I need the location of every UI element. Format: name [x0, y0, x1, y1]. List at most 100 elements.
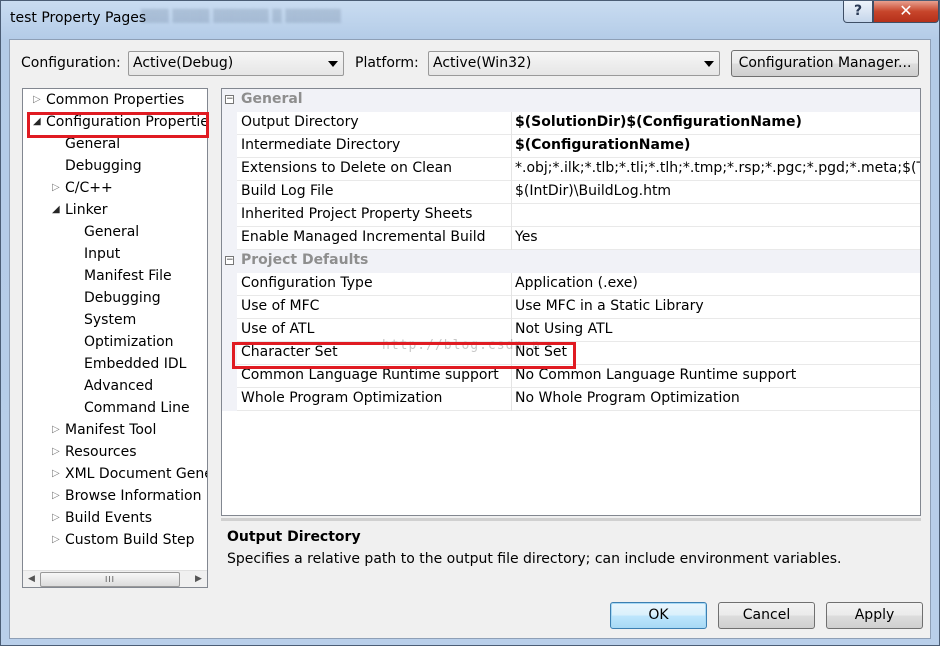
row-gutter: [222, 204, 237, 227]
property-name: Configuration Type: [241, 275, 373, 291]
column-divider: [511, 365, 512, 388]
property-row[interactable]: Configuration Type Application (.exe): [222, 273, 920, 296]
platform-dropdown[interactable]: Active(Win32): [428, 51, 720, 76]
scroll-left-icon[interactable]: ◀: [23, 571, 40, 587]
collapsed-arrow-icon[interactable]: ▷: [33, 90, 43, 110]
property-name: Enable Managed Incremental Build: [241, 229, 486, 245]
collapsed-arrow-icon[interactable]: ▷: [52, 442, 62, 462]
help-button[interactable]: ?: [843, 1, 873, 23]
property-row[interactable]: Common Language Runtime support No Common…: [222, 365, 920, 388]
tree-item-label: C/C++: [65, 180, 113, 196]
property-pages-dialog: test Property Pages ▒▒▒ ▒▒▒▒ ▒▒▒▒▒▒ ▒ ▒▒…: [0, 0, 940, 646]
dialog-client-area: Configuration: Active(Debug) Platform: A…: [9, 39, 931, 639]
row-gutter: [222, 365, 237, 388]
collapsed-arrow-icon[interactable]: ▷: [52, 178, 62, 198]
tree-item-label: Configuration Properties: [46, 114, 208, 130]
property-value[interactable]: Not Using ATL: [515, 321, 612, 337]
property-name: Character Set: [241, 344, 338, 360]
tree-item-label: Resources: [65, 444, 137, 460]
property-row[interactable]: Extensions to Delete on Clean *.obj;*.ilk…: [222, 158, 920, 181]
property-grid[interactable]: − General Output Directory $(SolutionDir)…: [221, 88, 921, 516]
property-row[interactable]: Output Directory $(SolutionDir)$(Configur…: [222, 112, 920, 135]
property-value[interactable]: No Common Language Runtime support: [515, 367, 796, 383]
property-row[interactable]: Enable Managed Incremental Build Yes: [222, 227, 920, 250]
description-title: Output Directory: [227, 529, 361, 545]
column-divider: [511, 296, 512, 319]
tree-item-label: Embedded IDL: [84, 356, 187, 372]
category-label: Project Defaults: [241, 252, 369, 268]
tree-item-label: Input: [84, 246, 121, 262]
collapsed-arrow-icon[interactable]: ▷: [52, 420, 62, 440]
tree-item-label: General: [84, 224, 140, 240]
platform-label: Platform:: [355, 55, 419, 71]
title-bar[interactable]: test Property Pages ▒▒▒ ▒▒▒▒ ▒▒▒▒▒▒ ▒ ▒▒…: [1, 1, 939, 35]
category-label: General: [241, 91, 303, 107]
configuration-manager-button[interactable]: Configuration Manager...: [731, 50, 919, 77]
row-gutter: [222, 135, 237, 158]
column-divider: [511, 112, 512, 135]
collapsed-arrow-icon[interactable]: ▷: [52, 464, 62, 484]
collapse-icon[interactable]: −: [225, 95, 234, 104]
tree-item-label: Command Line: [84, 400, 190, 416]
configuration-label: Configuration:: [21, 55, 121, 71]
property-row[interactable]: Inherited Project Property Sheets: [222, 204, 920, 227]
row-gutter: [222, 158, 237, 181]
row-gutter: [222, 388, 237, 411]
ok-button[interactable]: OK: [610, 602, 707, 629]
tree-item-label: System: [84, 312, 137, 328]
expanded-arrow-icon[interactable]: ◢: [33, 112, 43, 132]
tree-item-label: Manifest Tool: [65, 422, 157, 438]
row-gutter: [222, 112, 237, 135]
watermark-text: http://blog.csdn.n: [382, 338, 541, 353]
property-name: Inherited Project Property Sheets: [241, 206, 473, 222]
property-name: Common Language Runtime support: [241, 367, 499, 383]
column-divider: [511, 181, 512, 204]
collapsed-arrow-icon[interactable]: ▷: [52, 486, 62, 506]
collapse-icon[interactable]: −: [225, 256, 234, 265]
tree-item-label: Common Properties: [46, 92, 185, 108]
tree-item-label: Build Events: [65, 510, 152, 526]
scroll-right-icon[interactable]: ▶: [190, 571, 207, 587]
property-value[interactable]: No Whole Program Optimization: [515, 390, 740, 406]
configuration-dropdown[interactable]: Active(Debug): [128, 51, 344, 76]
column-divider: [511, 388, 512, 411]
expanded-arrow-icon[interactable]: ◢: [52, 200, 62, 220]
property-value[interactable]: $(IntDir)\BuildLog.htm: [515, 183, 671, 199]
property-tree[interactable]: ▷ Common Properties ◢ Configuration Propert…: [22, 88, 208, 588]
collapsed-arrow-icon[interactable]: ▷: [52, 508, 62, 528]
tree-item-label: Optimization: [84, 334, 174, 350]
category-project-defaults[interactable]: − Project Defaults: [222, 250, 920, 273]
property-value[interactable]: Use MFC in a Static Library: [515, 298, 704, 314]
tree-item-label: Browse Information: [65, 488, 202, 504]
row-gutter: [222, 181, 237, 204]
category-general[interactable]: − General: [222, 89, 920, 112]
column-divider: [511, 273, 512, 296]
property-row[interactable]: Intermediate Directory $(ConfigurationNam…: [222, 135, 920, 158]
property-row[interactable]: Whole Program Optimization No Whole Progr…: [222, 388, 920, 411]
cancel-button[interactable]: Cancel: [718, 602, 815, 629]
row-gutter: [222, 342, 237, 365]
column-divider: [511, 227, 512, 250]
property-row[interactable]: Build Log File $(IntDir)\BuildLog.htm: [222, 181, 920, 204]
row-gutter: [222, 273, 237, 296]
close-button[interactable]: ✕: [873, 1, 939, 23]
tree-item-label: Debugging: [84, 290, 161, 306]
property-row[interactable]: Use of MFC Use MFC in a Static Library: [222, 296, 920, 319]
property-value[interactable]: *.obj;*.ilk;*.tlb;*.tli;*.tlh;*.tmp;*.rs…: [515, 160, 920, 176]
property-value[interactable]: $(ConfigurationName): [515, 137, 690, 153]
configuration-value: Active(Debug): [133, 55, 234, 71]
property-value[interactable]: $(SolutionDir)$(ConfigurationName): [515, 114, 802, 130]
column-divider: [511, 158, 512, 181]
collapsed-arrow-icon[interactable]: ▷: [52, 530, 62, 550]
tree-item-label: General: [65, 136, 121, 152]
property-name: Build Log File: [241, 183, 334, 199]
property-value[interactable]: Yes: [515, 229, 538, 245]
apply-button[interactable]: Apply: [826, 602, 923, 629]
column-divider: [511, 204, 512, 227]
tree-item-label: Debugging: [65, 158, 142, 174]
scroll-thumb[interactable]: III: [40, 572, 180, 587]
property-row[interactable]: Character Set Not Set: [222, 342, 920, 365]
tree-horizontal-scrollbar[interactable]: ◀ III ▶: [23, 570, 207, 587]
property-row[interactable]: Use of ATL Not Using ATL: [222, 319, 920, 342]
property-value[interactable]: Application (.exe): [515, 275, 638, 291]
